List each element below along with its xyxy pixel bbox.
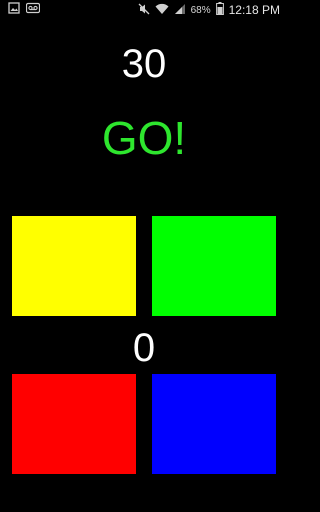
signal-icon	[174, 3, 186, 18]
clock: 12:18 PM	[228, 3, 280, 17]
wifi-icon	[155, 3, 169, 18]
status-right: 68% 12:18 PM	[138, 0, 280, 20]
yellow-pad-button[interactable]	[12, 216, 136, 316]
green-pad-button[interactable]	[152, 216, 276, 316]
battery-percentage: 68%	[190, 4, 211, 16]
voicemail-icon	[25, 1, 41, 19]
mute-icon	[138, 3, 150, 18]
battery-icon	[215, 2, 224, 18]
score-counter: 0	[132, 326, 156, 370]
red-pad-button[interactable]	[12, 374, 136, 474]
game-status: GO!	[101, 112, 187, 164]
image-icon	[8, 1, 20, 19]
status-left	[8, 1, 41, 19]
countdown-timer: 30	[121, 42, 167, 86]
blue-pad-button[interactable]	[152, 374, 276, 474]
status-bar: 68% 12:18 PM	[0, 0, 288, 20]
